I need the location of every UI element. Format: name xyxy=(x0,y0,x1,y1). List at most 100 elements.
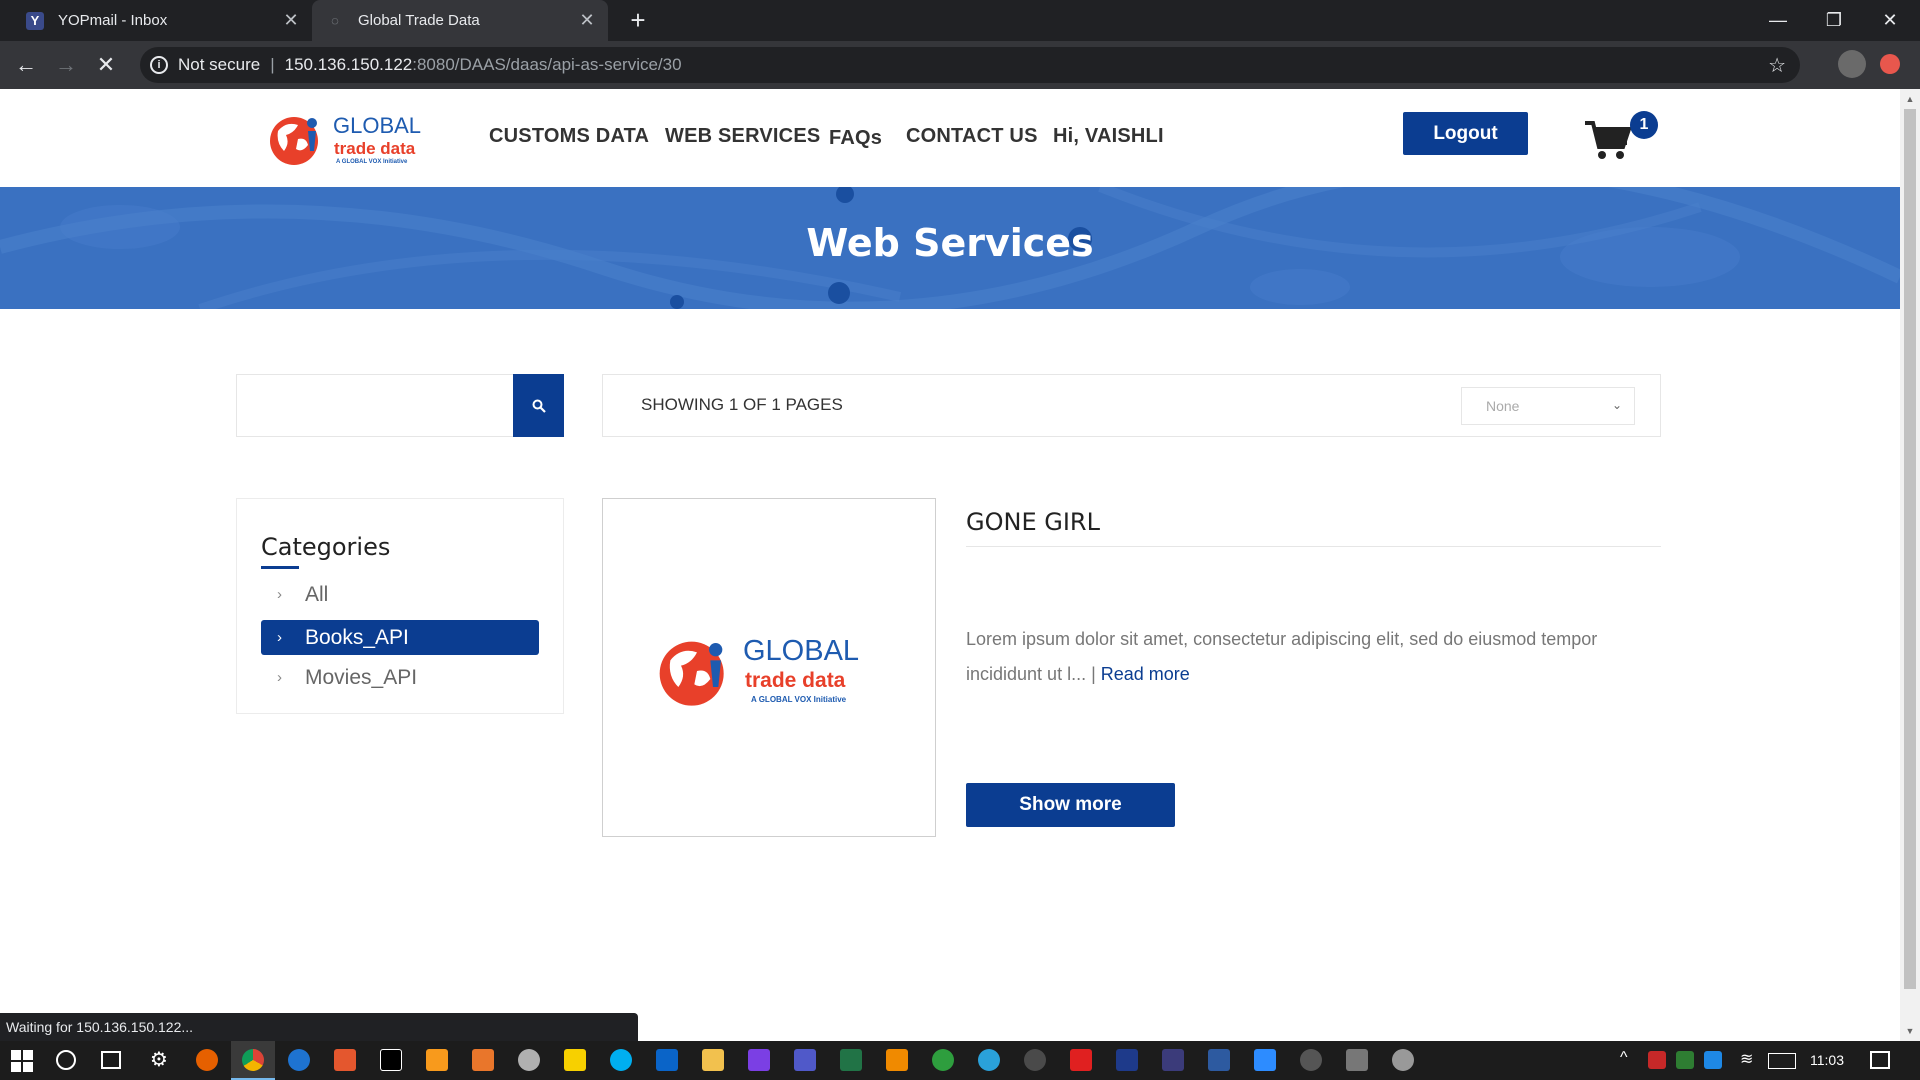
nav-faqs[interactable]: FAQs xyxy=(829,127,882,150)
back-icon[interactable]: ← xyxy=(12,51,40,79)
product-image[interactable]: GLOBAL trade data A GLOBAL VOX Initiativ… xyxy=(602,498,936,837)
global-trade-data-logo[interactable]: GLOBAL trade data A GLOBAL VOX Initiativ… xyxy=(268,109,428,169)
site-header: GLOBAL trade data A GLOBAL VOX Initiativ… xyxy=(0,89,1900,187)
category-label: All xyxy=(305,582,329,606)
task-view-icon[interactable] xyxy=(101,1051,121,1069)
read-more-link[interactable]: Read more xyxy=(1101,664,1190,684)
user-greeting[interactable]: Hi, VAISHLI xyxy=(1053,125,1164,148)
tab-yopmail[interactable]: Y YOPmail - Inbox ✕ xyxy=(12,0,312,41)
close-tab-icon[interactable]: ✕ xyxy=(280,10,302,32)
yopmail-icon: Y xyxy=(26,11,44,30)
app-icon[interactable] xyxy=(518,1049,540,1071)
browser-tab-strip: Y YOPmail - Inbox ✕ ◌ Global Trade Data … xyxy=(0,0,1920,41)
terminal-icon[interactable] xyxy=(380,1049,402,1071)
anydesk-icon[interactable] xyxy=(1070,1049,1092,1071)
nav-customs-data[interactable]: CUSTOMS DATA xyxy=(489,125,649,148)
xampp-icon[interactable] xyxy=(472,1049,494,1071)
product-title[interactable]: GONE GIRL xyxy=(966,508,1100,536)
decor-dot xyxy=(670,295,684,309)
app-icon[interactable] xyxy=(1116,1049,1138,1071)
sticky-notes-icon[interactable] xyxy=(564,1049,586,1071)
scroll-thumb[interactable] xyxy=(1904,109,1916,989)
close-window-icon[interactable]: ✕ xyxy=(1862,0,1918,41)
description-text: Lorem ipsum dolor sit amet, consectetur … xyxy=(966,629,1598,684)
nav-contact-us[interactable]: CONTACT US xyxy=(906,125,1038,148)
extension-icon[interactable] xyxy=(1880,54,1900,74)
app-icon[interactable] xyxy=(1162,1049,1184,1071)
new-tab-button[interactable]: + xyxy=(624,6,652,34)
logo-text-trade-data: trade data xyxy=(334,139,416,158)
zoom-icon[interactable] xyxy=(1254,1049,1276,1071)
show-more-button[interactable]: Show more xyxy=(966,783,1175,827)
keyboard-icon[interactable] xyxy=(1768,1053,1796,1069)
chevron-down-icon: ⌄ xyxy=(1611,398,1622,412)
address-bar[interactable]: i Not secure | 150.136.150.122 :8080/DAA… xyxy=(140,47,1800,83)
logo-text-global: GLOBAL xyxy=(333,113,422,138)
category-item-books-api[interactable]: › Books_API xyxy=(261,620,539,655)
divider xyxy=(966,546,1661,547)
close-tab-icon[interactable]: ✕ xyxy=(576,10,598,32)
url-path: :8080/DAAS/daas/api-as-service/30 xyxy=(412,55,682,74)
firefox-icon[interactable] xyxy=(196,1049,218,1071)
windows-taskbar: ⚙ ^ ≋ 11:03 xyxy=(0,1041,1920,1080)
categories-panel: Categories › All › Books_API › Movies_AP… xyxy=(236,498,564,714)
chevron-right-icon: › xyxy=(277,586,282,603)
edge-icon[interactable] xyxy=(288,1049,310,1071)
chrome-icon[interactable] xyxy=(242,1049,264,1071)
app-icon[interactable] xyxy=(1024,1049,1046,1071)
category-item-all[interactable]: › All xyxy=(261,577,539,612)
forward-icon[interactable]: → xyxy=(52,51,80,79)
search-input[interactable] xyxy=(237,375,515,436)
cart-button[interactable]: 1 xyxy=(1585,111,1665,161)
tab-global-trade-data[interactable]: ◌ Global Trade Data ✕ xyxy=(312,0,608,41)
tray-app-icon[interactable] xyxy=(1648,1051,1666,1069)
windows-start-icon[interactable] xyxy=(11,1050,33,1072)
profile-avatar[interactable] xyxy=(1838,50,1866,78)
stop-loading-icon[interactable]: ✕ xyxy=(92,51,120,79)
minimize-icon[interactable]: — xyxy=(1750,0,1806,41)
teams-icon[interactable] xyxy=(794,1049,816,1071)
logout-button[interactable]: Logout xyxy=(1403,112,1528,155)
settings-gear-icon[interactable]: ⚙ xyxy=(150,1047,168,1072)
chevron-right-icon: › xyxy=(277,669,282,686)
telegram-icon[interactable] xyxy=(978,1049,1000,1071)
search-circle-icon[interactable] xyxy=(56,1050,76,1070)
categories-heading: Categories xyxy=(261,533,391,561)
tab-title: YOPmail - Inbox xyxy=(58,12,168,29)
sublime-icon[interactable] xyxy=(426,1049,448,1071)
tray-chevron-up-icon[interactable]: ^ xyxy=(1620,1049,1628,1067)
scroll-down-icon[interactable]: ▼ xyxy=(1900,1023,1920,1039)
info-icon[interactable]: i xyxy=(150,56,168,74)
app-icon[interactable] xyxy=(1392,1049,1414,1071)
tray-app-icon[interactable] xyxy=(1676,1051,1694,1069)
scroll-up-icon[interactable]: ▲ xyxy=(1900,91,1920,107)
nav-web-services[interactable]: WEB SERVICES xyxy=(665,125,820,148)
search-button[interactable] xyxy=(513,374,564,437)
globe-logo-icon xyxy=(270,117,318,165)
notification-center-icon[interactable] xyxy=(1870,1051,1890,1069)
category-label: Movies_API xyxy=(305,665,418,689)
upwork-icon[interactable] xyxy=(932,1049,954,1071)
url-host: 150.136.150.122 xyxy=(284,55,413,74)
excel-icon[interactable] xyxy=(840,1049,862,1071)
app-icon[interactable] xyxy=(334,1049,356,1071)
sort-select[interactable]: None ⌄ xyxy=(1461,387,1635,425)
search-box xyxy=(236,374,564,437)
skype-icon[interactable] xyxy=(610,1049,632,1071)
bookmark-star-icon[interactable]: ☆ xyxy=(1768,53,1786,78)
ide-icon[interactable] xyxy=(748,1049,770,1071)
tray-shield-icon[interactable] xyxy=(1704,1051,1722,1069)
outlook-icon[interactable] xyxy=(656,1049,678,1071)
page-scrollbar[interactable]: ▲ ▼ xyxy=(1900,89,1920,1041)
system-clock[interactable]: 11:03 xyxy=(1810,1052,1844,1068)
category-label: Books_API xyxy=(305,625,409,649)
app-icon[interactable] xyxy=(1300,1049,1322,1071)
app-icon[interactable] xyxy=(1346,1049,1368,1071)
app-icon[interactable] xyxy=(1208,1049,1230,1071)
file-explorer-icon[interactable] xyxy=(702,1049,724,1071)
vlc-icon[interactable] xyxy=(886,1049,908,1071)
wifi-icon[interactable]: ≋ xyxy=(1740,1049,1753,1069)
category-item-movies-api[interactable]: › Movies_API xyxy=(261,660,539,695)
page-banner: Web Services xyxy=(0,187,1900,309)
restore-icon[interactable]: ❐ xyxy=(1806,0,1862,41)
